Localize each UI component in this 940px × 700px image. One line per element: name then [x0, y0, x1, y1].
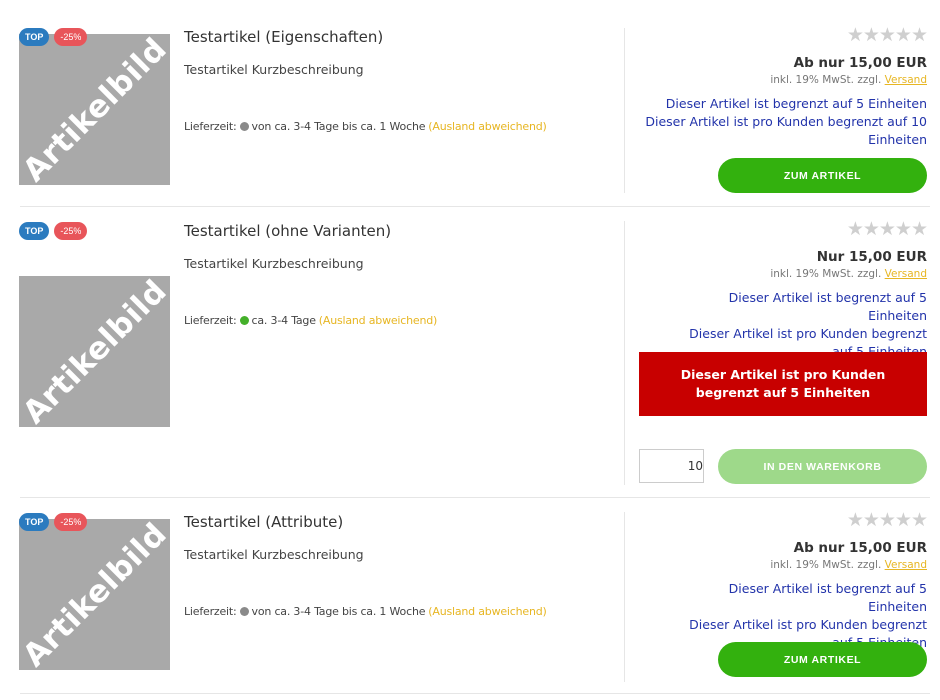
- delivery-time: von ca. 3-4 Tage bis ca. 1 Woche: [251, 120, 426, 133]
- product-listing-item: Artikelbild TOP -25% Testartikel (Attrib…: [0, 498, 940, 694]
- column-divider: [624, 512, 625, 682]
- top-badge: TOP: [19, 28, 50, 46]
- delivery-label: Lieferzeit:: [184, 120, 237, 133]
- shipping-link[interactable]: Versand: [885, 74, 927, 86]
- shipping-link[interactable]: Versand: [885, 268, 927, 280]
- tax-text: inkl. 19% MwSt. zzgl.: [770, 559, 882, 571]
- discount-badge: -25%: [54, 222, 88, 240]
- limit-notices: Dieser Artikel ist begrenzt auf 5 Einhei…: [639, 95, 927, 149]
- product-short-description: Testartikel Kurzbeschreibung: [184, 547, 364, 562]
- product-price: Nur 15,00 EUR: [816, 249, 927, 265]
- tax-note: inkl. 19% MwSt. zzgl. Versand: [639, 559, 927, 571]
- delivery-label: Lieferzeit:: [184, 605, 237, 618]
- limit-alert-message: Dieser Artikel ist pro Kunden begrenzt a…: [639, 352, 927, 416]
- quantity-input[interactable]: 10: [639, 449, 704, 483]
- product-listing-item: Artikelbild TOP -25% Testartikel (Eigens…: [0, 0, 940, 207]
- delivery-label: Lieferzeit:: [184, 314, 237, 327]
- product-short-description: Testartikel Kurzbeschreibung: [184, 256, 364, 271]
- delivery-status-dot-icon: [239, 607, 249, 616]
- delivery-info: Lieferzeit: ca. 3-4 Tage (Ausland abweic…: [184, 314, 437, 327]
- limit-notice: Dieser Artikel ist begrenzt auf 5 Einhei…: [665, 96, 927, 111]
- discount-badge: -25%: [54, 28, 88, 46]
- product-image[interactable]: Artikelbild: [19, 519, 170, 670]
- delivery-abroad-note[interactable]: (Ausland abweichend): [428, 605, 547, 618]
- delivery-time: ca. 3-4 Tage: [251, 314, 316, 327]
- delivery-abroad-note[interactable]: (Ausland abweichend): [428, 120, 547, 133]
- buy-box: ★★★★★ Ab nur 15,00 EUR inkl. 19% MwSt. z…: [639, 25, 928, 196]
- limit-notices: Dieser Artikel ist begrenzt auf 5 Einhei…: [639, 289, 927, 361]
- delivery-time: von ca. 3-4 Tage bis ca. 1 Woche: [251, 605, 426, 618]
- badge-group: TOP -25%: [19, 222, 88, 240]
- image-watermark: Artikelbild: [19, 276, 170, 427]
- delivery-status-dot-icon: [239, 316, 249, 325]
- product-title[interactable]: Testartikel (Eigenschaften): [184, 28, 383, 46]
- delivery-info: Lieferzeit: von ca. 3-4 Tage bis ca. 1 W…: [184, 605, 547, 618]
- product-price: Ab nur 15,00 EUR: [793, 540, 927, 556]
- tax-note: inkl. 19% MwSt. zzgl. Versand: [639, 268, 927, 280]
- top-badge: TOP: [19, 222, 50, 240]
- column-divider: [624, 28, 625, 193]
- product-listing-item: Artikelbild TOP -25% Testartikel (ohne V…: [0, 207, 940, 498]
- limit-notice: Dieser Artikel ist begrenzt auf 5 Einhei…: [728, 581, 927, 614]
- tax-text: inkl. 19% MwSt. zzgl.: [770, 74, 882, 86]
- image-watermark: Artikelbild: [19, 34, 170, 185]
- image-watermark: Artikelbild: [19, 519, 170, 670]
- view-product-button[interactable]: ZUM ARTIKEL: [718, 158, 927, 193]
- tax-note: inkl. 19% MwSt. zzgl. Versand: [639, 74, 927, 86]
- product-image[interactable]: Artikelbild: [19, 34, 170, 185]
- top-badge: TOP: [19, 513, 50, 531]
- limit-notice: Dieser Artikel ist begrenzt auf 5 Einhei…: [728, 290, 927, 323]
- star-rating-icon: ★★★★★: [846, 25, 928, 46]
- tax-text: inkl. 19% MwSt. zzgl.: [770, 268, 882, 280]
- column-divider: [624, 221, 625, 485]
- product-title[interactable]: Testartikel (ohne Varianten): [184, 222, 391, 240]
- product-price: Ab nur 15,00 EUR: [793, 55, 927, 71]
- view-product-button[interactable]: ZUM ARTIKEL: [718, 642, 927, 677]
- delivery-abroad-note[interactable]: (Ausland abweichend): [319, 314, 438, 327]
- buy-box: ★★★★★ Ab nur 15,00 EUR inkl. 19% MwSt. z…: [639, 510, 928, 681]
- badge-group: TOP -25%: [19, 513, 88, 531]
- row-divider: [20, 693, 930, 694]
- product-short-description: Testartikel Kurzbeschreibung: [184, 62, 364, 77]
- discount-badge: -25%: [54, 513, 88, 531]
- add-to-cart-button[interactable]: IN DEN WARENKORB: [718, 449, 927, 484]
- delivery-info: Lieferzeit: von ca. 3-4 Tage bis ca. 1 W…: [184, 120, 547, 133]
- product-image[interactable]: Artikelbild: [19, 276, 170, 427]
- delivery-status-dot-icon: [239, 122, 249, 131]
- badge-group: TOP -25%: [19, 28, 88, 46]
- star-rating-icon: ★★★★★: [846, 510, 928, 531]
- shipping-link[interactable]: Versand: [885, 559, 927, 571]
- product-title[interactable]: Testartikel (Attribute): [184, 513, 343, 531]
- buy-box: ★★★★★ Nur 15,00 EUR inkl. 19% MwSt. zzgl…: [639, 219, 928, 485]
- star-rating-icon: ★★★★★: [846, 219, 928, 240]
- customer-limit-notice: Dieser Artikel ist pro Kunden begrenzt a…: [645, 114, 927, 147]
